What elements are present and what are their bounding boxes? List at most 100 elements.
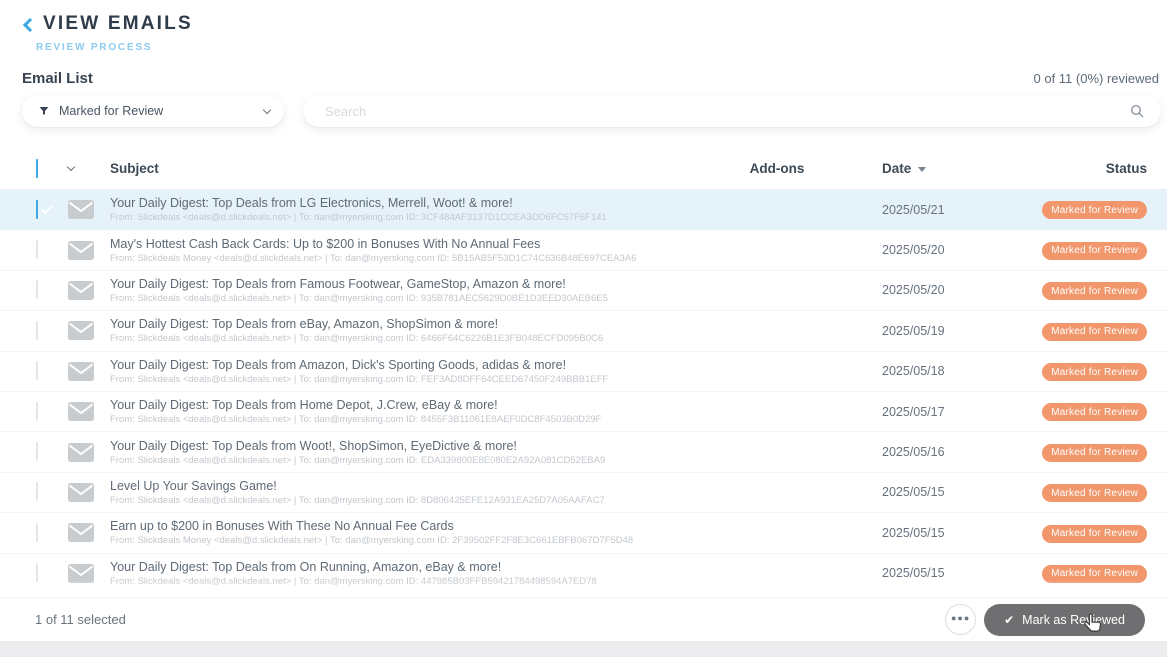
- email-meta: From: Slickdeals <deals@d.slickdeals.net…: [110, 293, 717, 304]
- envelope-icon: [68, 362, 94, 381]
- search-input[interactable]: [325, 104, 1129, 119]
- envelope-cell: [60, 200, 102, 219]
- table-row[interactable]: Earn up to $200 in Bonuses With These No…: [0, 513, 1167, 553]
- section-title: Email List: [22, 70, 93, 87]
- email-summary: Your Daily Digest: Top Deals from Amazon…: [102, 358, 717, 385]
- email-meta: From: Slickdeals <deals@d.slickdeals.net…: [110, 414, 717, 425]
- email-meta: From: Slickdeals <deals@d.slickdeals.net…: [110, 212, 717, 223]
- column-header-date[interactable]: Date: [837, 161, 977, 176]
- table-row[interactable]: Level Up Your Savings Game! From: Slickd…: [0, 473, 1167, 513]
- table-row[interactable]: Your Daily Digest: Top Deals from Woot!,…: [0, 432, 1167, 472]
- row-checkbox[interactable]: [36, 402, 38, 421]
- table-header-row: Subject Add-ons Date Status: [0, 148, 1167, 190]
- column-header-date-label: Date: [882, 161, 911, 176]
- select-dropdown[interactable]: [60, 167, 102, 170]
- envelope-icon: [68, 281, 94, 300]
- selection-summary: 1 of 11 selected: [35, 612, 126, 627]
- email-rows: Your Daily Digest: Top Deals from LG Ele…: [0, 190, 1167, 594]
- status-badge: Marked for Review: [1042, 484, 1147, 502]
- table-row[interactable]: Your Daily Digest: Top Deals from On Run…: [0, 554, 1167, 594]
- email-date: 2025/05/16: [837, 445, 977, 459]
- more-actions-button[interactable]: ●●●: [945, 604, 976, 635]
- row-checkbox[interactable]: [36, 361, 38, 380]
- toolbar: Marked for Review: [22, 95, 1161, 127]
- email-date: 2025/05/20: [837, 283, 977, 297]
- row-checkbox-cell: [22, 524, 60, 542]
- row-checkbox-cell: [22, 322, 60, 340]
- table-row[interactable]: Your Daily Digest: Top Deals from Home D…: [0, 392, 1167, 432]
- row-checkbox-cell: [22, 483, 60, 501]
- email-subject: Your Daily Digest: Top Deals from LG Ele…: [110, 196, 717, 210]
- table-row[interactable]: Your Daily Digest: Top Deals from eBay, …: [0, 311, 1167, 351]
- status-cell: Marked for Review: [977, 281, 1167, 301]
- email-summary: Your Daily Digest: Top Deals from Home D…: [102, 398, 717, 425]
- back-icon[interactable]: [23, 17, 37, 31]
- email-date: 2025/05/20: [837, 243, 977, 257]
- email-subject: May's Hottest Cash Back Cards: Up to $20…: [110, 237, 717, 251]
- table-row[interactable]: Your Daily Digest: Top Deals from Famous…: [0, 271, 1167, 311]
- envelope-cell: [60, 362, 102, 381]
- row-checkbox[interactable]: [36, 563, 38, 582]
- row-checkbox[interactable]: [36, 321, 38, 340]
- email-subject: Your Daily Digest: Top Deals from On Run…: [110, 560, 717, 574]
- row-checkbox[interactable]: [36, 442, 38, 461]
- email-meta: From: Slickdeals Money <deals@d.slickdea…: [110, 253, 717, 264]
- email-date: 2025/05/15: [837, 566, 977, 580]
- row-checkbox[interactable]: [36, 200, 38, 219]
- email-date: 2025/05/19: [837, 324, 977, 338]
- row-checkbox[interactable]: [36, 280, 38, 299]
- status-cell: Marked for Review: [977, 483, 1167, 503]
- table-row[interactable]: Your Daily Digest: Top Deals from Amazon…: [0, 352, 1167, 392]
- email-subject: Your Daily Digest: Top Deals from Woot!,…: [110, 439, 717, 453]
- row-checkbox[interactable]: [36, 240, 38, 259]
- table-row[interactable]: Your Daily Digest: Top Deals from LG Ele…: [0, 190, 1167, 230]
- email-summary: May's Hottest Cash Back Cards: Up to $20…: [102, 237, 717, 264]
- ellipsis-icon: ●●●: [951, 613, 970, 623]
- status-badge: Marked for Review: [1042, 403, 1147, 421]
- email-subject: Your Daily Digest: Top Deals from eBay, …: [110, 317, 717, 331]
- email-date: 2025/05/21: [837, 203, 977, 217]
- email-subject: Earn up to $200 in Bonuses With These No…: [110, 519, 717, 533]
- envelope-icon: [68, 241, 94, 260]
- envelope-cell: [60, 402, 102, 421]
- review-progress: 0 of 11 (0%) reviewed: [1034, 71, 1160, 86]
- email-subject: Your Daily Digest: Top Deals from Famous…: [110, 277, 717, 291]
- status-cell: Marked for Review: [977, 523, 1167, 543]
- status-cell: Marked for Review: [977, 362, 1167, 382]
- select-all-cell: [22, 160, 60, 178]
- row-checkbox-cell: [22, 362, 60, 380]
- envelope-cell: [60, 483, 102, 502]
- status-badge: Marked for Review: [1042, 323, 1147, 341]
- search-bar: [303, 95, 1161, 127]
- breadcrumb-review-process: REVIEW PROCESS: [36, 42, 152, 53]
- chevron-down-icon: [263, 105, 271, 113]
- envelope-cell: [60, 523, 102, 542]
- envelope-cell: [60, 564, 102, 583]
- row-checkbox-cell: [22, 564, 60, 582]
- envelope-icon: [68, 200, 94, 219]
- search-icon[interactable]: [1129, 103, 1145, 119]
- row-checkbox-cell: [22, 403, 60, 421]
- email-summary: Earn up to $200 in Bonuses With These No…: [102, 519, 717, 546]
- status-badge: Marked for Review: [1042, 565, 1147, 583]
- row-checkbox[interactable]: [36, 523, 38, 542]
- footer-actions: ●●● ✔ Mark as Reviewed: [945, 604, 1145, 636]
- filter-dropdown[interactable]: Marked for Review: [22, 95, 284, 127]
- status-cell: Marked for Review: [977, 563, 1167, 583]
- chevron-down-icon: [67, 163, 75, 171]
- email-summary: Your Daily Digest: Top Deals from LG Ele…: [102, 196, 717, 223]
- row-checkbox[interactable]: [36, 482, 38, 501]
- email-meta: From: Slickdeals Money <deals@d.slickdea…: [110, 535, 717, 546]
- table-row[interactable]: May's Hottest Cash Back Cards: Up to $20…: [0, 230, 1167, 270]
- page-bottom-band: [0, 641, 1167, 657]
- status-cell: Marked for Review: [977, 240, 1167, 260]
- status-badge: Marked for Review: [1042, 282, 1147, 300]
- page-title: VIEW EMAILS: [43, 13, 193, 35]
- select-all-checkbox[interactable]: [36, 159, 38, 178]
- funnel-icon: [38, 105, 50, 117]
- sort-desc-icon: [918, 167, 926, 172]
- email-summary: Your Daily Digest: Top Deals from On Run…: [102, 560, 717, 587]
- row-checkbox-cell: [22, 443, 60, 461]
- status-badge: Marked for Review: [1042, 363, 1147, 381]
- mark-as-reviewed-button[interactable]: ✔ Mark as Reviewed: [984, 604, 1145, 636]
